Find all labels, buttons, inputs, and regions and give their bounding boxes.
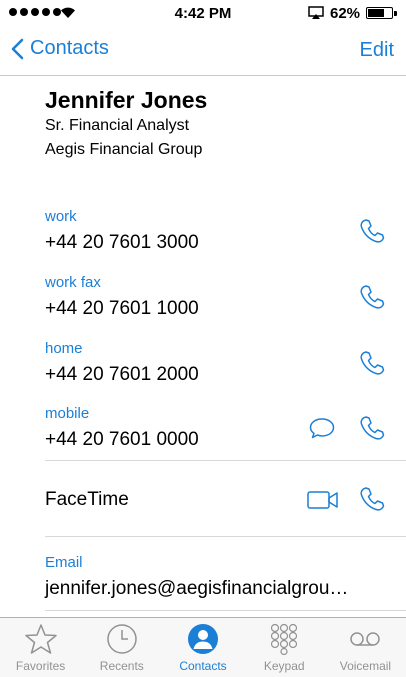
tab-label: Voicemail — [339, 659, 392, 673]
tab-favorites[interactable]: Favorites — [0, 618, 81, 677]
phone-label: work fax — [45, 274, 101, 291]
phone-number: +44 20 7601 1000 — [45, 298, 199, 319]
phone-row-home[interactable]: home +44 20 7601 2000 — [45, 340, 406, 387]
phone-call-icon[interactable] — [358, 283, 386, 311]
message-icon[interactable] — [308, 414, 336, 442]
tab-label: Recents — [99, 659, 144, 673]
phone-call-icon[interactable] — [358, 414, 386, 442]
contact-name: Jennifer Jones — [45, 87, 208, 113]
back-button[interactable]: Contacts — [10, 37, 109, 60]
divider — [45, 610, 406, 611]
status-bar: 4:42 PM 62% — [0, 0, 406, 26]
tab-bar: Favorites Recents Contacts Keypad Voicem… — [0, 617, 406, 677]
facetime-audio-icon[interactable] — [358, 485, 386, 513]
battery-percent: 62% — [330, 5, 361, 22]
email-label: Email — [45, 554, 83, 571]
tab-label: Favorites — [15, 659, 66, 673]
tab-recents[interactable]: Recents — [81, 618, 162, 677]
email-address: jennifer.jones@aegisfinancialgrou… — [45, 578, 349, 599]
tab-voicemail[interactable]: Voicemail — [325, 618, 406, 677]
phone-number: +44 20 7601 2000 — [45, 364, 199, 385]
clock-icon — [107, 624, 137, 654]
tab-label: Contacts — [179, 659, 227, 673]
phone-number: +44 20 7601 3000 — [45, 232, 199, 253]
tab-keypad[interactable]: Keypad — [244, 618, 325, 677]
navigation-bar: Contacts Edit — [0, 26, 406, 76]
phone-call-icon[interactable] — [358, 349, 386, 377]
email-row[interactable]: Email jennifer.jones@aegisfinancialgrou… — [45, 554, 406, 601]
edit-button[interactable]: Edit — [360, 39, 394, 62]
phone-number: +44 20 7601 0000 — [45, 429, 199, 450]
divider — [45, 460, 406, 461]
back-button-label: Contacts — [30, 37, 109, 59]
tab-label: Keypad — [263, 659, 305, 673]
battery-icon — [366, 7, 397, 19]
person-icon — [188, 624, 218, 654]
phone-label: work — [45, 208, 77, 225]
phone-label: mobile — [45, 405, 90, 422]
phone-row-work-fax[interactable]: work fax +44 20 7601 1000 — [45, 274, 406, 321]
contact-header: Jennifer Jones Sr. Financial Analyst Aeg… — [45, 86, 207, 162]
tab-contacts[interactable]: Contacts — [162, 618, 243, 677]
facetime-video-icon[interactable] — [306, 486, 340, 514]
contact-title: Sr. Financial Analyst — [45, 117, 190, 134]
chevron-left-icon — [11, 38, 24, 59]
keypad-icon — [271, 623, 298, 655]
phone-row-work[interactable]: work +44 20 7601 3000 — [45, 208, 406, 255]
phone-call-icon[interactable] — [358, 217, 386, 245]
divider — [45, 536, 406, 537]
phone-row-mobile[interactable]: mobile +44 20 7601 0000 — [45, 405, 406, 452]
star-icon — [24, 624, 57, 654]
voicemail-icon — [350, 632, 381, 646]
contact-company: Aegis Financial Group — [45, 141, 203, 158]
airplay-icon — [308, 6, 324, 19]
facetime-label: FaceTime — [45, 489, 129, 510]
phone-label: home — [45, 340, 83, 357]
